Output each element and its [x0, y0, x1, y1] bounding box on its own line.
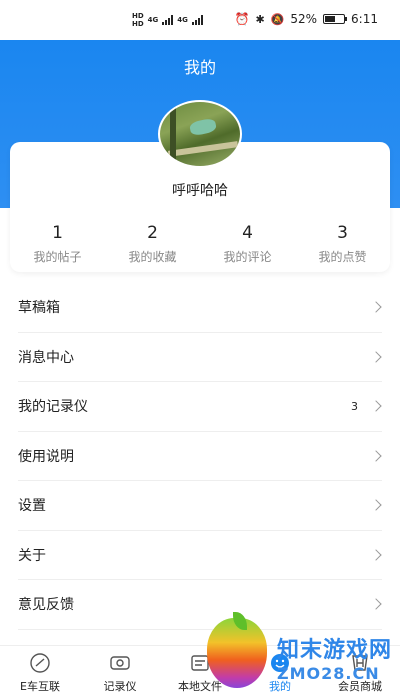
- chevron-right-icon: [370, 400, 382, 412]
- menu-item-settings[interactable]: 设置: [18, 481, 382, 531]
- stat-count: 4: [242, 223, 253, 243]
- stat-favorites[interactable]: 2 我的收藏: [105, 222, 200, 265]
- stat-count: 3: [337, 223, 348, 243]
- tab-e-car[interactable]: E车互联: [0, 646, 80, 700]
- battery-percent: 52%: [290, 12, 318, 26]
- chevron-right-icon: [370, 450, 382, 462]
- chevron-right-icon: [370, 351, 382, 363]
- chevron-right-icon: [370, 499, 382, 511]
- speedometer-icon: [29, 652, 51, 674]
- camera-icon: [109, 652, 131, 674]
- menu-item-drafts[interactable]: 草稿箱: [18, 283, 382, 333]
- system-indicators: ⏰ ✱ 🔕 52% 6:11: [235, 12, 379, 26]
- menu-item-label: 消息中心: [18, 349, 74, 366]
- username: 呼呼哈哈: [172, 183, 228, 199]
- stats-row: 1 我的帖子 2 我的收藏 4 我的评论 3 我的点赞: [10, 222, 390, 265]
- chevron-right-icon: [370, 598, 382, 610]
- stat-label: 我的帖子: [33, 250, 82, 264]
- menu-item-about[interactable]: 关于: [18, 531, 382, 580]
- signal-icon-2: [191, 15, 203, 25]
- battery-icon: [323, 14, 348, 24]
- chevron-right-icon: [370, 301, 382, 313]
- signal-icon: [162, 15, 174, 25]
- bluetooth-icon: ✱: [255, 12, 265, 26]
- mute-icon: 🔕: [270, 12, 285, 26]
- apple-logo-icon: [207, 618, 267, 688]
- watermark-title: 知末游戏网: [277, 638, 393, 663]
- watermark-domain: ZMO28.CN: [277, 664, 380, 683]
- tab-label: 记录仪: [103, 680, 137, 693]
- avatar[interactable]: [158, 100, 242, 168]
- menu-item-label: 草稿箱: [18, 300, 60, 317]
- menu-item-label: 设置: [18, 498, 46, 515]
- alarm-icon: ⏰: [234, 12, 250, 26]
- menu-item-label: 意见反馈: [18, 597, 74, 614]
- recorder-count-badge: 3: [351, 399, 358, 413]
- status-bar: HD HD 4G 4G ⏰ ✱ 🔕 52% 6:11: [0, 0, 400, 40]
- network-type-2: 4G: [177, 16, 188, 24]
- stat-count: 2: [147, 223, 158, 243]
- tab-label: E车互联: [20, 680, 60, 693]
- network-type: 4G: [147, 16, 159, 24]
- stat-label: 我的收藏: [128, 250, 177, 264]
- menu-item-label: 使用说明: [18, 448, 74, 465]
- tab-recorder[interactable]: 记录仪: [80, 646, 160, 700]
- page-title: 我的: [183, 58, 216, 77]
- hd-badge: HD HD: [132, 12, 144, 28]
- menu-list: 草稿箱 消息中心 我的记录仪 3 使用说明 设置 关于 意见反馈: [0, 283, 400, 630]
- menu-item-label: 我的记录仪: [18, 399, 88, 416]
- menu-item-messages[interactable]: 消息中心: [18, 333, 382, 382]
- stat-count: 1: [52, 223, 63, 243]
- menu-item-my-recorder[interactable]: 我的记录仪 3: [18, 382, 382, 432]
- menu-item-label: 关于: [18, 547, 46, 564]
- menu-item-instructions[interactable]: 使用说明: [18, 432, 382, 481]
- stat-label: 我的点赞: [318, 250, 367, 264]
- site-watermark: 知末游戏网 ZMO28.CN: [205, 612, 400, 700]
- stat-posts[interactable]: 1 我的帖子: [10, 222, 105, 265]
- chevron-right-icon: [370, 549, 382, 561]
- stat-likes[interactable]: 3 我的点赞: [295, 222, 390, 265]
- clock: 6:11: [351, 12, 378, 26]
- stat-comments[interactable]: 4 我的评论: [200, 222, 295, 265]
- network-indicators: HD HD 4G 4G: [132, 12, 203, 28]
- stat-label: 我的评论: [223, 250, 272, 264]
